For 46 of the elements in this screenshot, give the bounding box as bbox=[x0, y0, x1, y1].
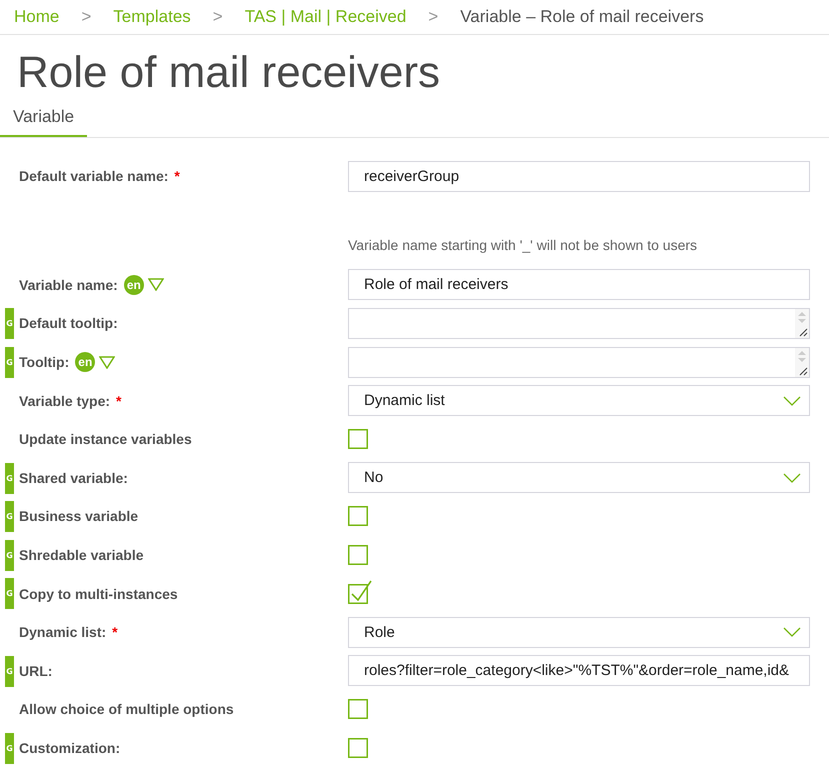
global-badge: G bbox=[5, 501, 14, 532]
chevron-down-icon bbox=[783, 627, 801, 638]
spinner-icon[interactable] bbox=[795, 308, 809, 338]
hint-text: Variable name starting with '_' will not be shown to users bbox=[348, 236, 698, 255]
select-field[interactable]: No bbox=[348, 462, 810, 494]
required-mark: * bbox=[116, 392, 122, 409]
page-title: Role of mail receivers bbox=[16, 47, 442, 99]
dropdown-triangle-icon[interactable] bbox=[148, 278, 164, 292]
global-badge: G bbox=[5, 540, 14, 571]
global-badge: G bbox=[5, 578, 14, 610]
field-label: Copy to multi-instances bbox=[19, 586, 178, 602]
field-label: Update instance variables bbox=[19, 431, 192, 448]
dropdown-triangle-icon[interactable] bbox=[99, 356, 116, 369]
global-badge: G bbox=[5, 656, 14, 687]
field-label: Customization: bbox=[19, 740, 120, 756]
text-field[interactable]: receiverGroup bbox=[348, 160, 810, 192]
separator-icon: > bbox=[212, 7, 223, 27]
text-field[interactable]: roles?filter=role_category<like>"%TST%"&order=role_name,id& bbox=[348, 655, 810, 686]
field-label: Allow choice of multiple options bbox=[19, 701, 234, 718]
field-label: Shredable variable bbox=[19, 547, 144, 564]
field-label: Variable type: bbox=[19, 392, 110, 409]
separator-icon: > bbox=[428, 7, 438, 27]
field-label: Dynamic list: bbox=[19, 624, 106, 640]
required-mark: * bbox=[174, 168, 180, 184]
required-mark: * bbox=[112, 624, 118, 640]
field-label: Business variable bbox=[19, 508, 138, 524]
chevron-down-icon bbox=[783, 396, 801, 406]
global-badge: G bbox=[5, 732, 14, 764]
global-badge: G bbox=[5, 462, 14, 494]
global-badge: G bbox=[5, 346, 14, 378]
field-label: Default variable name: bbox=[19, 168, 168, 184]
text-field[interactable]: Role of mail receivers bbox=[348, 269, 810, 300]
breadcrumb-current: Variable – Role of mail receivers bbox=[460, 7, 704, 27]
chevron-down-icon bbox=[783, 472, 801, 483]
field-label: Default tooltip: bbox=[19, 315, 118, 332]
separator-icon: > bbox=[81, 7, 92, 27]
select-field[interactable]: Role bbox=[348, 616, 810, 648]
field-label: Shared variable: bbox=[19, 470, 128, 486]
global-badge: G bbox=[5, 308, 14, 340]
field-label: Tooltip: bbox=[19, 354, 70, 370]
field-label: Variable name: bbox=[19, 276, 118, 293]
field-label: URL: bbox=[19, 662, 52, 679]
checkbox[interactable] bbox=[348, 580, 372, 604]
tab[interactable]: Variable bbox=[0, 101, 88, 137]
select-field[interactable]: Dynamic list bbox=[348, 385, 810, 416]
spinner-icon[interactable] bbox=[795, 348, 809, 377]
